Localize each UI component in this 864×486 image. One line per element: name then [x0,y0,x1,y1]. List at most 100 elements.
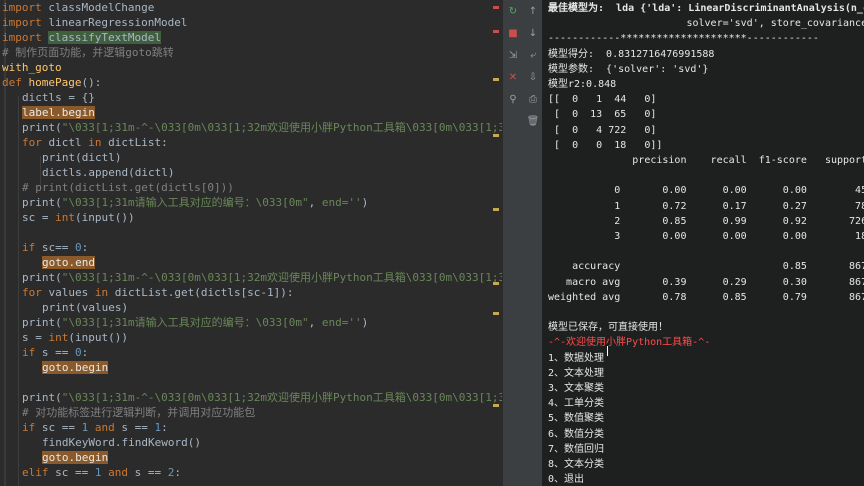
code-line[interactable]: label.begin [22,105,95,120]
code-token: 1 [81,421,95,434]
code-line[interactable]: import classifyTextModel [2,30,161,45]
code-token: goto.begin [42,361,109,374]
console-line: 0 0.00 0.00 0.00 45 [548,185,864,197]
code-line[interactable]: import classModelChange [2,0,154,15]
code-line[interactable]: dictls = {} [22,90,95,105]
code-line[interactable]: print("\033[1;31m-^-\033[0m\033[1;32m欢迎使… [22,120,502,135]
code-line[interactable]: import linearRegressionModel [2,15,187,30]
console-line: -^-欢迎使用小胖Python工具箱-^- [548,337,711,349]
code-line[interactable]: dictls.append(dictl) [42,165,174,180]
code-editor[interactable]: import classModelChange import linearRegr… [0,0,502,486]
code-token: def [2,76,29,89]
code-line[interactable]: goto.end [42,255,95,270]
console-line: accuracy 0.85 867 [548,261,864,273]
code-line[interactable]: print("\033[1;31m-^-\033[0m\033[1;32m欢迎使… [22,270,502,285]
warning-marker[interactable] [493,134,499,137]
down-arrow-icon[interactable]: ↓ [526,26,540,40]
code-token: elif [22,466,56,479]
code-token: print( [22,196,62,209]
code-token: for [22,136,49,149]
warning-marker[interactable] [493,404,499,407]
stop-icon[interactable]: ■ [506,26,520,40]
code-token: goto.end [42,256,95,269]
restore-icon[interactable]: ⇲ [506,48,520,62]
error-marker[interactable] [493,6,499,9]
warning-marker[interactable] [493,208,499,211]
code-line[interactable]: for dictl in dictList: [22,135,168,150]
code-token: in [88,136,109,149]
code-token: print( [22,271,62,284]
code-line[interactable]: # 对功能标签进行逻辑判断，并调用对应功能包 [22,405,255,420]
run-toolbar-right: ↑ ↓ ⤶ ⇩ ⎙ 🗑 [524,2,542,136]
console-line: [ 0 0 18 0]] [548,139,663,151]
code-line[interactable]: if s == 0: [22,345,88,360]
code-line[interactable]: goto.begin [42,360,109,375]
warning-marker[interactable] [493,282,499,285]
code-token: : [161,421,168,434]
code-token: and [108,466,135,479]
code-token: (input()) [75,211,135,224]
code-token: s == [134,466,168,479]
code-token: print( [22,316,62,329]
console-line: 最佳模型为: lda {'lda': LinearDiscriminantAna… [548,3,864,14]
console-line: 6、数值分类 [548,428,605,440]
code-line[interactable]: if sc== 0: [22,240,88,255]
code-token: print(values) [42,301,129,314]
code-token: ) [361,196,369,209]
close-icon[interactable]: ✕ [506,70,520,84]
code-line[interactable]: print("\033[1;31m请输入工具对应的编号：\033[0m", en… [22,195,368,210]
code-token: , [308,316,322,329]
code-line[interactable]: with_goto [2,60,62,75]
mouse-cursor [607,346,608,356]
code-line[interactable]: print("\033[1;31m-^-\033[0m\033[1;32m欢迎使… [22,390,502,405]
code-line[interactable]: s = int(input()) [22,330,128,345]
console-line: 1 0.72 0.17 0.27 78 [548,200,864,212]
code-token: import [2,31,49,44]
code-token: dictl [48,136,89,149]
code-token: 0 [75,241,82,254]
console-line: 0、退出 [548,474,585,486]
code-line[interactable]: # print(dictList.get(dictls[0])) [22,180,234,195]
print-icon[interactable]: ⎙ [526,92,540,106]
console-line: precision recall f1-score support [548,155,864,166]
console-line: 4、工单分类 [548,398,605,410]
code-line[interactable]: def homePage(): [2,75,101,90]
scroll-end-icon[interactable]: ⇩ [526,70,540,84]
code-line[interactable]: goto.begin [42,450,109,465]
console-line: [[ 0 1 44 0] [548,94,657,106]
error-marker[interactable] [493,30,499,33]
code-line[interactable]: findKeyWord.findKeword() [42,435,201,450]
code-token: and [94,421,122,434]
code-line[interactable]: print(dictl) [42,150,121,165]
code-token: "\033[1;31m请输入工具对应的编号：\033[0m" [61,316,309,329]
pin-icon[interactable]: ⚲ [506,92,520,106]
run-console[interactable]: 最佳模型为: lda {'lda': LinearDiscriminantAna… [542,0,864,486]
code-token: dictls = {} [22,91,95,104]
trash-icon[interactable]: 🗑 [526,114,540,128]
code-token: 1 [94,466,109,479]
code-line[interactable]: sc = int(input()) [22,210,135,225]
warning-marker[interactable] [493,78,499,81]
rerun-icon[interactable]: ↻ [506,4,520,18]
code-token: # 制作页面功能，并逻辑goto跳转 [2,46,174,59]
code-line[interactable]: print(values) [42,300,128,315]
code-line[interactable]: if sc == 1 and s == 1: [22,420,168,435]
code-token: label.begin [22,106,95,119]
code-line[interactable]: print("\033[1;31m请输入工具对应的编号：\033[0m", en… [22,315,368,330]
code-token: dictList: [108,136,168,149]
warning-marker[interactable] [493,312,499,315]
code-token: s == [121,421,155,434]
code-token: for [22,286,49,299]
code-token: : [81,241,89,254]
code-line[interactable]: # 制作页面功能，并逻辑goto跳转 [2,45,174,60]
up-arrow-icon[interactable]: ↑ [526,4,540,18]
code-line[interactable]: for values in dictList.get(dictls[sc-1])… [22,285,294,300]
code-token: sc== [41,241,75,254]
code-line[interactable]: elif sc == 1 and s == 2: [22,465,181,480]
code-token: values [48,286,95,299]
wrap-icon[interactable]: ⤶ [526,48,540,62]
console-line: 模型已保存，可直接使用！ [548,322,668,334]
run-toolbar-left: ↻ ■ ⇲ ✕ ⚲ [504,2,522,114]
code-token: import [2,1,49,14]
console-line: 模型得分: 0.8312716476991588 [548,48,715,60]
